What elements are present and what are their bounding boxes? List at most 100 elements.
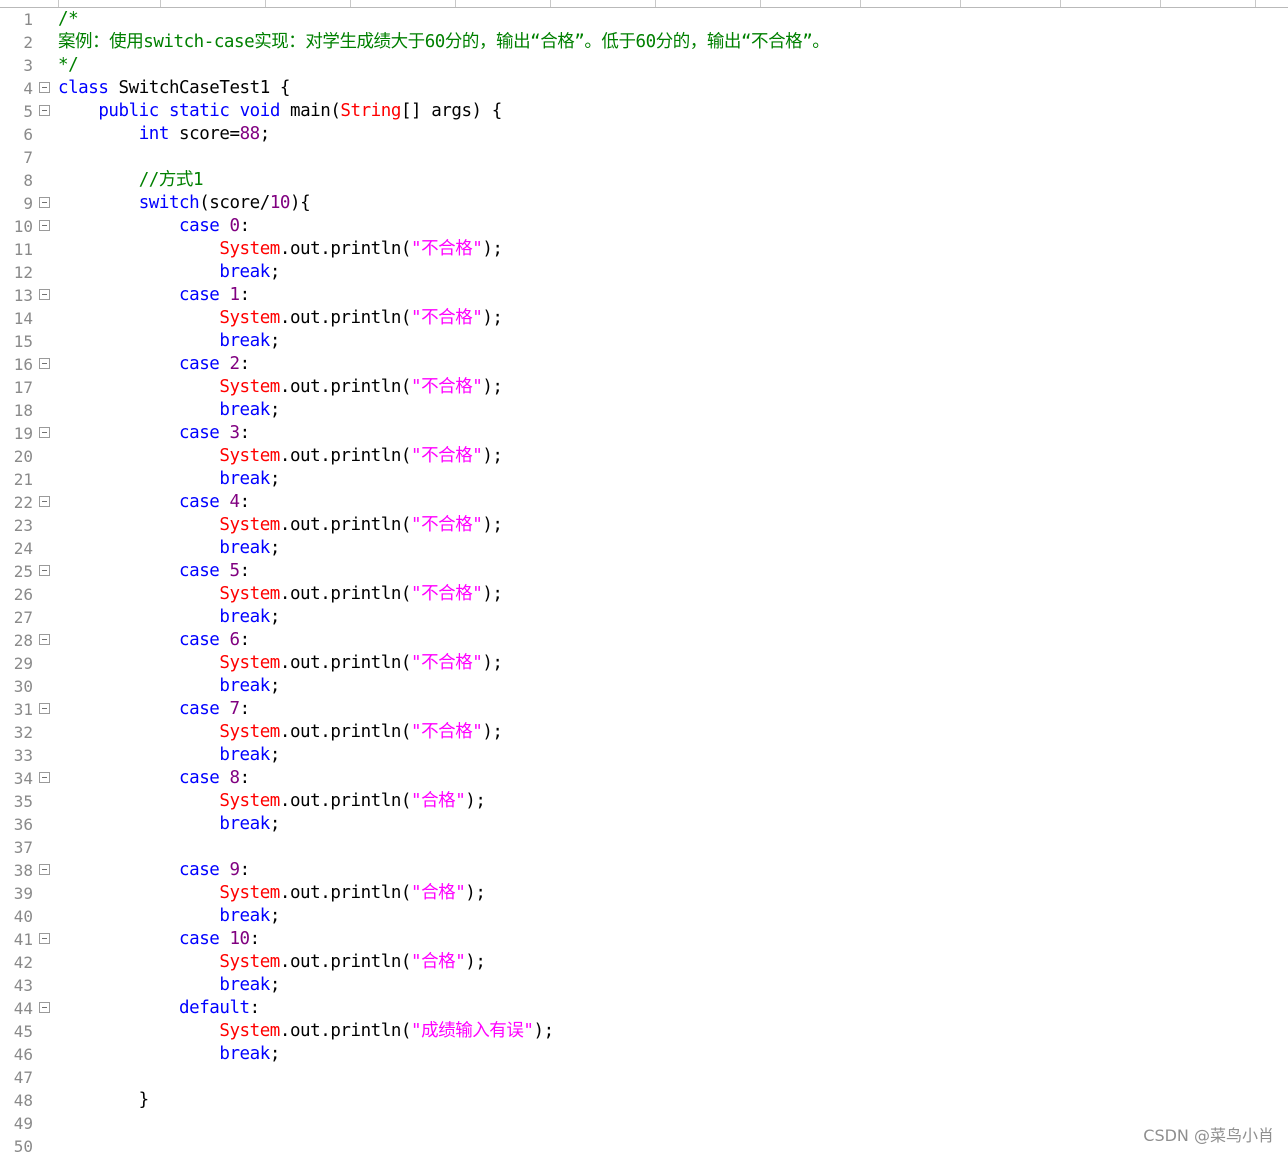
code-token: System [219,446,280,466]
code-line[interactable]: 43 break; [0,974,1288,997]
fold-collapse-icon[interactable] [39,82,50,93]
code-line[interactable]: 4 class SwitchCaseTest1 { [0,77,1288,100]
fold-collapse-icon[interactable] [39,427,50,438]
code-token: 5 [229,561,240,581]
code-line[interactable]: 7 [0,146,1288,169]
code-token: ; [269,975,281,995]
code-text: default: [58,997,260,1020]
code-line[interactable]: 16 case 2: [0,353,1288,376]
code-line[interactable]: 40 break; [0,905,1288,928]
line-number: 20 [13,447,33,466]
fold-collapse-icon[interactable] [39,1002,50,1013]
fold-collapse-icon[interactable] [39,197,50,208]
ruler-tick [265,0,266,7]
code-token: case [179,285,220,305]
code-line[interactable]: 17 System.out.println("不合格"); [0,376,1288,399]
code-line[interactable]: 30 break; [0,675,1288,698]
code-line[interactable]: 6 int score=88; [0,123,1288,146]
code-token: System [219,653,280,673]
code-line[interactable]: 5 public static void main(String[] args)… [0,100,1288,123]
fold-collapse-icon[interactable] [39,933,50,944]
code-editor[interactable]: 1 /* 2 案例：使用switch-case实现：对学生成绩大于60分的，输出“合格… [0,8,1288,1156]
line-number: 29 [13,654,33,673]
code-token: 10 [229,929,250,949]
code-line[interactable]: 25 case 5: [0,560,1288,583]
code-line[interactable]: 19 case 3: [0,422,1288,445]
code-line[interactable]: 29 System.out.println("不合格"); [0,652,1288,675]
fold-collapse-icon[interactable] [39,703,50,714]
code-line[interactable]: 31 case 7: [0,698,1288,721]
line-number: 36 [13,815,33,834]
code-text: break; [58,399,280,422]
code-line[interactable]: 44 default: [0,997,1288,1020]
code-line[interactable]: 48 } [0,1089,1288,1112]
code-line[interactable]: 35 System.out.println("合格"); [0,790,1288,813]
code-line[interactable]: 34 case 8: [0,767,1288,790]
code-line[interactable]: 50 [0,1135,1288,1158]
code-text: System.out.println("不合格"); [58,514,503,537]
code-line[interactable]: 27 break; [0,606,1288,629]
code-line[interactable]: 13 case 1: [0,284,1288,307]
code-text: 案例：使用switch-case实现：对学生成绩大于60分的，输出“合格”。低于… [58,31,830,54]
code-line[interactable]: 15 break; [0,330,1288,353]
code-text: System.out.println("不合格"); [58,583,503,606]
code-line[interactable]: 26 System.out.println("不合格"); [0,583,1288,606]
fold-collapse-icon[interactable] [39,772,50,783]
code-text: break; [58,675,280,698]
code-line[interactable]: 49 [0,1112,1288,1135]
code-line[interactable]: 20 System.out.println("不合格"); [0,445,1288,468]
code-line[interactable]: 39 System.out.println("合格"); [0,882,1288,905]
code-line[interactable]: 46 break; [0,1043,1288,1066]
code-token: .out.println( [279,952,412,972]
fold-collapse-icon[interactable] [39,220,50,231]
code-line[interactable]: 32 System.out.println("不合格"); [0,721,1288,744]
fold-collapse-icon[interactable] [39,496,50,507]
fold-collapse-icon[interactable] [39,105,50,116]
line-number: 5 [23,102,33,121]
code-token: case [179,860,220,880]
code-token: : [239,860,251,880]
code-line[interactable]: 36 break; [0,813,1288,836]
code-line[interactable]: 37 [0,836,1288,859]
code-line[interactable]: 21 break; [0,468,1288,491]
code-token: "不合格" [411,653,483,673]
code-line[interactable]: 11 System.out.println("不合格"); [0,238,1288,261]
code-line[interactable]: 12 break; [0,261,1288,284]
code-token: 6 [229,630,240,650]
fold-collapse-icon[interactable] [39,634,50,645]
code-line[interactable]: 10 case 0: [0,215,1288,238]
fold-collapse-icon[interactable] [39,358,50,369]
code-line[interactable]: 42 System.out.println("合格"); [0,951,1288,974]
code-text: System.out.println("不合格"); [58,307,503,330]
code-line[interactable]: 28 case 6: [0,629,1288,652]
fold-collapse-icon[interactable] [39,565,50,576]
code-line[interactable]: 23 System.out.println("不合格"); [0,514,1288,537]
code-line[interactable]: 9 switch(score/10){ [0,192,1288,215]
fold-collapse-icon[interactable] [39,864,50,875]
code-line[interactable]: 3 */ [0,54,1288,77]
code-line[interactable]: 22 case 4: [0,491,1288,514]
code-line[interactable]: 1 /* [0,8,1288,31]
code-line[interactable]: 41 case 10: [0,928,1288,951]
code-token: .out.println( [279,515,412,535]
code-line[interactable]: 24 break; [0,537,1288,560]
code-line[interactable]: 38 case 9: [0,859,1288,882]
code-line[interactable]: 8 //方式1 [0,169,1288,192]
code-token: System [219,952,280,972]
code-token: System [219,239,280,259]
code-line[interactable]: 45 System.out.println("成绩输入有误"); [0,1020,1288,1043]
code-line[interactable]: 33 break; [0,744,1288,767]
code-line[interactable]: 14 System.out.println("不合格"); [0,307,1288,330]
code-text: case 1: [58,284,250,307]
code-line[interactable]: 2 案例：使用switch-case实现：对学生成绩大于60分的，输出“合格”。低… [0,31,1288,54]
code-line[interactable]: 18 break; [0,399,1288,422]
code-line[interactable]: 47 [0,1066,1288,1089]
code-token: break [219,814,270,834]
code-token: ; [269,1044,281,1064]
code-token: : [249,929,261,949]
code-token: break [219,676,270,696]
fold-collapse-icon[interactable] [39,289,50,300]
